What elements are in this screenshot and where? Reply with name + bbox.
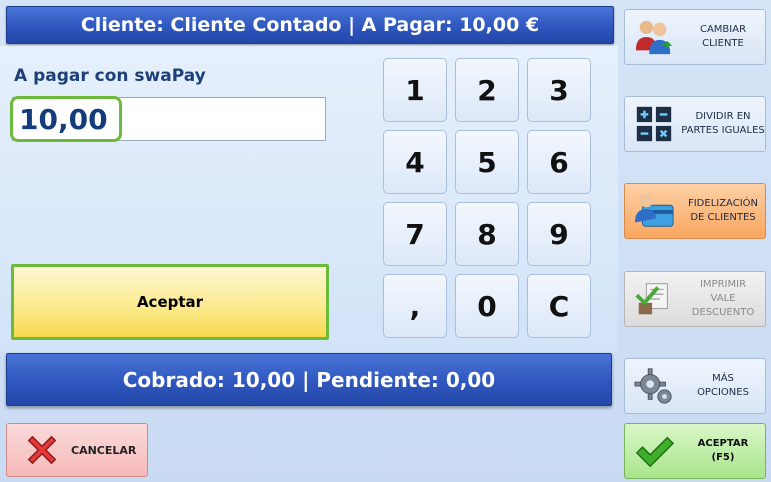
key-9[interactable]: 9 xyxy=(527,202,591,266)
split-equal-label: DIVIDIR EN PARTES IGUALES xyxy=(681,111,765,136)
more-options-button[interactable]: MÁS OPCIONES xyxy=(624,358,766,414)
cancel-button[interactable]: CANCELAR xyxy=(6,423,148,477)
pay-label: A pagar con swaPay xyxy=(14,66,206,86)
print-voucher-button[interactable]: IMPRIMIR VALE DESCUENTO xyxy=(624,271,766,327)
users-icon xyxy=(635,20,673,55)
status-bar: Cobrado: 10,00 | Pendiente: 0,00 xyxy=(6,353,612,406)
more-options-label: MÁS OPCIONES xyxy=(697,373,749,398)
key-3[interactable]: 3 xyxy=(527,58,591,122)
accept-f5-button[interactable]: ACEPTAR (F5) xyxy=(624,423,766,479)
split-equal-button[interactable]: DIVIDIR EN PARTES IGUALES xyxy=(624,96,766,152)
header-title: Cliente: Cliente Contado | A Pagar: 10,0… xyxy=(80,14,540,36)
loyalty-card-icon xyxy=(634,193,674,227)
key-comma[interactable]: , xyxy=(383,274,447,338)
accept-payment-label: Aceptar xyxy=(136,293,204,311)
change-client-label: CAMBIAR CLIENTE xyxy=(699,24,747,49)
gear-icon xyxy=(634,368,672,404)
loyalty-button[interactable]: FIDELIZACIÓN DE CLIENTES xyxy=(624,183,766,239)
x-icon xyxy=(27,435,57,465)
accept-payment-button[interactable]: Aceptar xyxy=(11,264,329,340)
print-voucher-label: IMPRIMIR VALE DESCUENTO xyxy=(691,279,755,318)
key-5[interactable]: 5 xyxy=(455,130,519,194)
key-6[interactable]: 6 xyxy=(527,130,591,194)
key-0[interactable]: 0 xyxy=(455,274,519,338)
header-bar: Cliente: Cliente Contado | A Pagar: 10,0… xyxy=(6,6,614,44)
key-clear[interactable]: C xyxy=(527,274,591,338)
key-7[interactable]: 7 xyxy=(383,202,447,266)
change-client-button[interactable]: CAMBIAR CLIENTE xyxy=(624,9,766,65)
key-8[interactable]: 8 xyxy=(455,202,519,266)
status-text: Cobrado: 10,00 | Pendiente: 0,00 xyxy=(122,367,496,392)
amount-value[interactable]: 10,00 xyxy=(10,96,122,142)
checkmark-icon xyxy=(635,436,675,468)
print-voucher-icon xyxy=(635,283,668,315)
key-4[interactable]: 4 xyxy=(383,130,447,194)
cancel-label: CANCELAR xyxy=(71,443,137,457)
accept-f5-label: ACEPTAR (F5) xyxy=(697,438,749,463)
key-1[interactable]: 1 xyxy=(383,58,447,122)
split-icon xyxy=(636,106,672,142)
loyalty-label: FIDELIZACIÓN DE CLIENTES xyxy=(687,198,759,223)
key-2[interactable]: 2 xyxy=(455,58,519,122)
